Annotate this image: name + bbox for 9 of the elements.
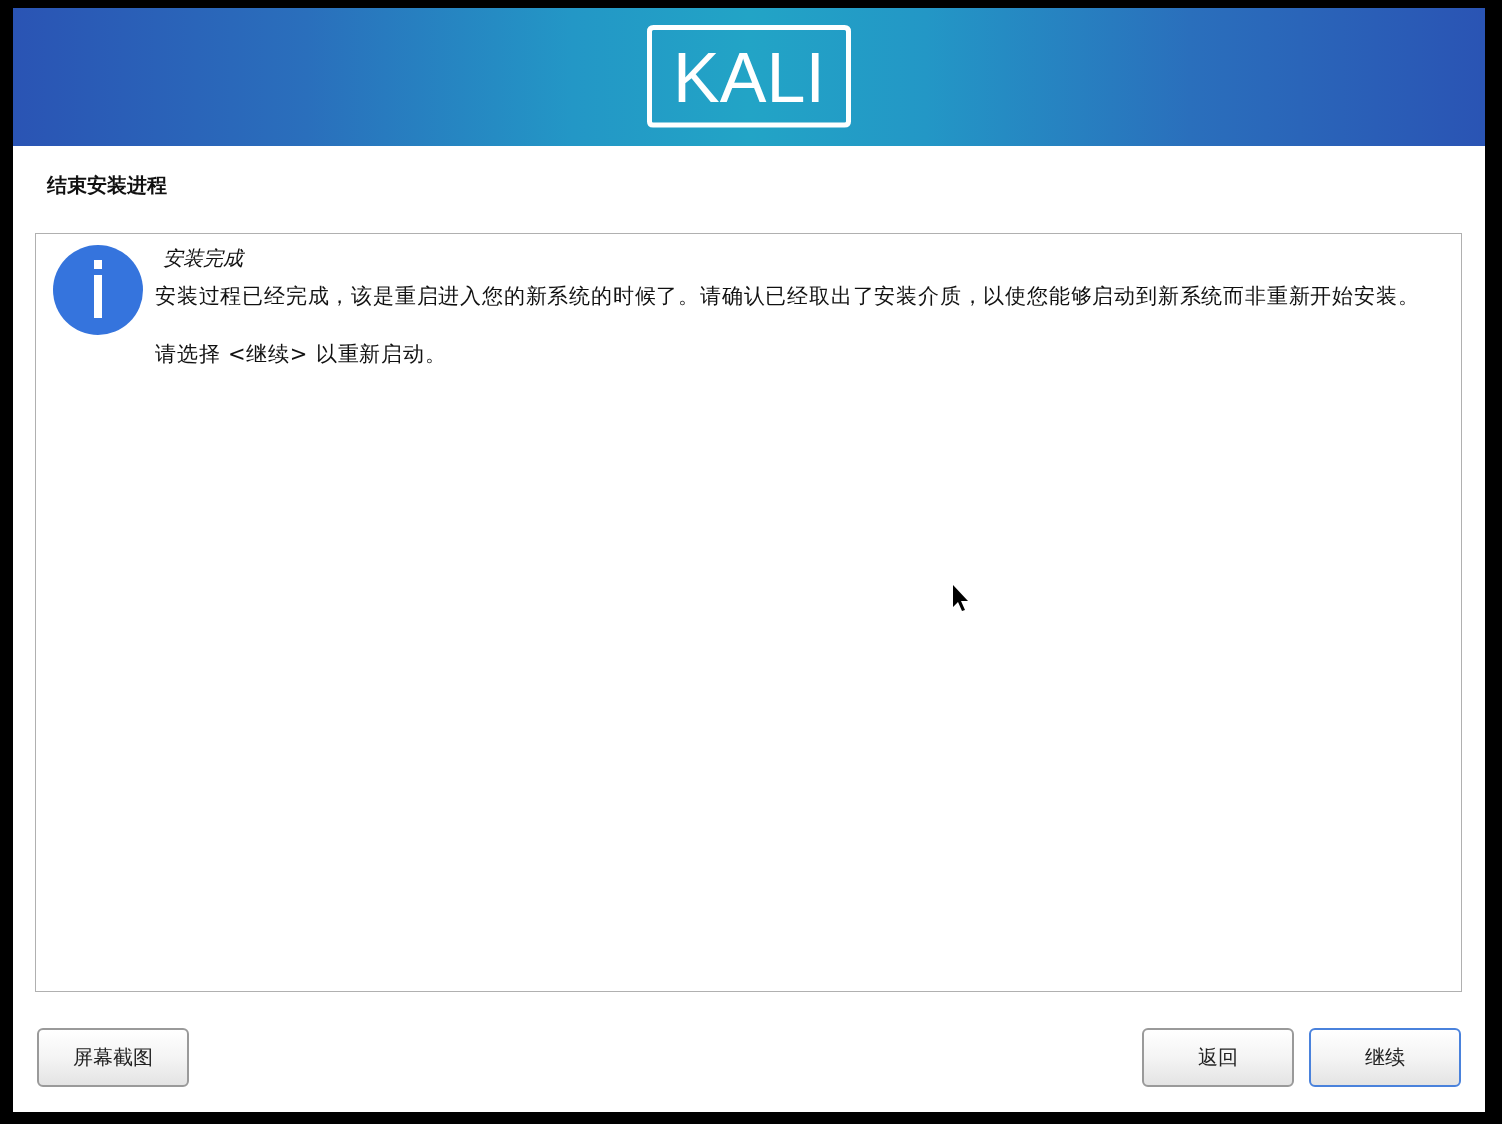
- mouse-pointer-icon: [953, 585, 969, 612]
- logo: KALI: [647, 25, 851, 128]
- message-text: 安装过程已经完成，该是重启进入您的新系统的时候了。请确认已经取出了安装介质，以使您能够启动到新系统而非重新开始安装。: [155, 283, 1420, 310]
- back-button[interactable]: 返回: [1142, 1028, 1294, 1087]
- page-title: 结束安装进程: [45, 172, 167, 197]
- message-text: 请选择 <继续> 以重新启动。: [155, 341, 447, 368]
- continue-button[interactable]: 继续: [1309, 1028, 1461, 1087]
- message-title: 安装完成: [162, 245, 243, 272]
- screenshot-button[interactable]: 屏幕截图: [37, 1028, 189, 1087]
